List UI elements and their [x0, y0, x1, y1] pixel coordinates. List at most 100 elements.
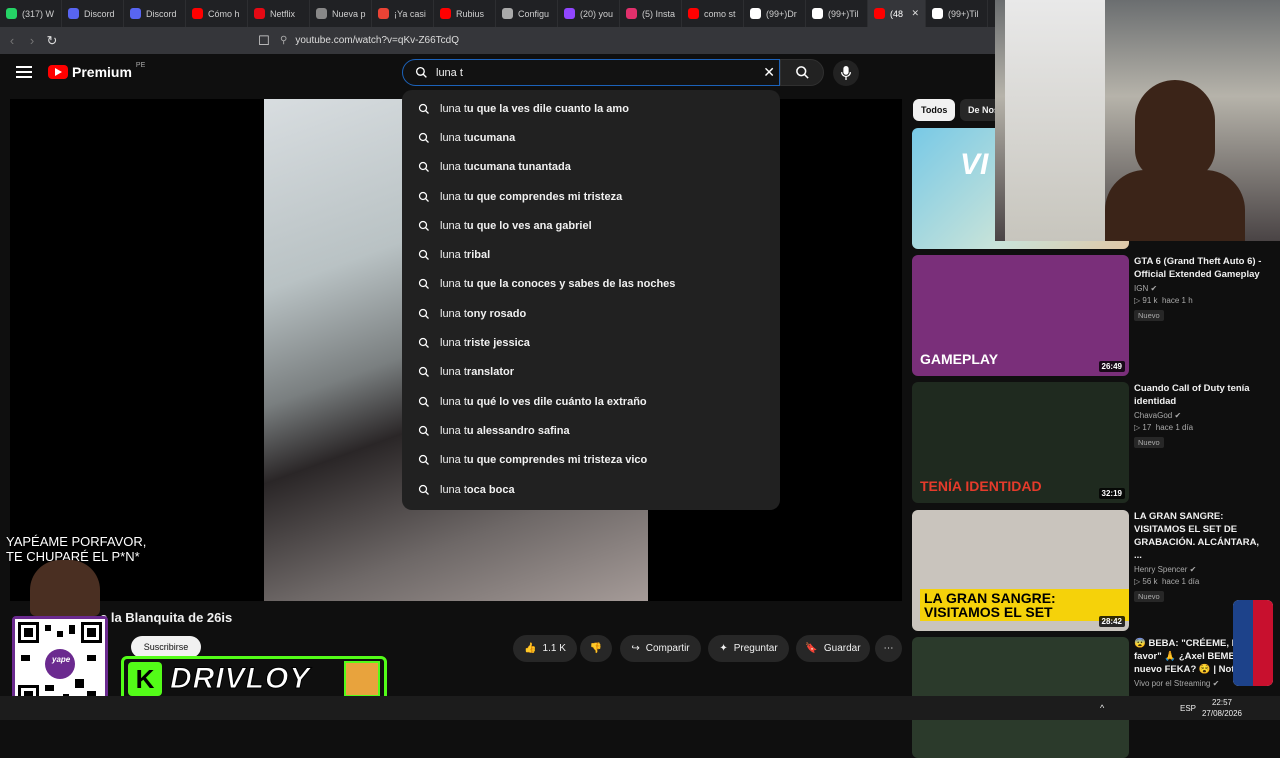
search-suggestion-item[interactable]: luna tu que comprendes mi tristeza vico: [402, 446, 780, 475]
search-suggestion-item[interactable]: luna tribal: [402, 240, 780, 269]
tab-label: (48: [890, 8, 904, 19]
search-suggestion-item[interactable]: luna translator: [402, 358, 780, 387]
search-input[interactable]: luna t: [436, 67, 463, 79]
search-suggestion-item[interactable]: luna tony rosado: [402, 299, 780, 328]
suggestion-text: luna tony rosado: [440, 307, 527, 320]
video-thumbnail[interactable]: LA GRAN SANGRE: VISITAMOS EL SET 28:42: [912, 510, 1129, 631]
tab-label: Nueva p: [332, 8, 366, 19]
reload-button[interactable]: ↻: [42, 33, 62, 49]
tab-favicon-icon: [564, 8, 575, 19]
search-icon: [795, 66, 809, 79]
browser-tab[interactable]: (99+)Til: [806, 0, 868, 27]
language-indicator[interactable]: ESP: [1180, 704, 1196, 713]
search-icon: [418, 425, 429, 436]
tab-favicon-icon: [192, 8, 203, 19]
browser-tab[interactable]: (317) W: [0, 0, 62, 27]
search-suggestion-item[interactable]: luna tu qué lo ves dile cuánto la extrañ…: [402, 387, 780, 416]
recommended-video[interactable]: LA GRAN SANGRE: VISITAMOS EL SET 28:42 LA …: [912, 510, 1280, 631]
search-button[interactable]: [780, 59, 824, 86]
recommended-video[interactable]: TENÍA IDENTIDAD 32:19 Cuando Call of Duty …: [912, 382, 1280, 503]
browser-tab[interactable]: Discord: [62, 0, 124, 27]
youtube-premium-logo[interactable]: Premium PE: [48, 62, 145, 80]
browser-tab[interactable]: Netflix: [248, 0, 310, 27]
suggestion-text: luna tu que la conoces y sabes de las no…: [440, 278, 676, 291]
save-button[interactable]: 🔖 Guardar: [796, 635, 870, 662]
tab-label: (5) Insta: [642, 8, 676, 19]
microphone-icon: [840, 66, 852, 80]
suggestion-text: luna tu qué lo ves dile cuánto la extrañ…: [440, 395, 647, 408]
suggestion-text: luna tu alessandro safina: [440, 424, 570, 437]
tab-favicon-icon: [440, 8, 451, 19]
suggestion-text: luna triste jessica: [440, 337, 530, 350]
search-suggestion-item[interactable]: luna tu que comprendes mi tristeza: [402, 182, 780, 211]
video-thumbnail[interactable]: TENÍA IDENTIDAD 32:19: [912, 382, 1129, 503]
verified-icon: ✔: [1212, 679, 1220, 688]
ask-button[interactable]: ✦ Preguntar: [708, 635, 789, 662]
tab-favicon-icon: [688, 8, 699, 19]
voice-search-button[interactable]: [833, 60, 859, 86]
new-badge: Nuevo: [1134, 310, 1164, 321]
url-field[interactable]: ⚲ youtube.com/watch?v=qKv-Z66TcdQ: [280, 30, 980, 51]
webcam-person: [1135, 80, 1215, 180]
chip-todos[interactable]: Todos: [913, 99, 956, 121]
more-actions-button[interactable]: ⋯: [875, 635, 902, 662]
tray-chevron-icon[interactable]: ^: [1100, 703, 1104, 713]
channel-name[interactable]: ChavaGod ✔: [1134, 411, 1269, 420]
tab-label: (99+)Dr: [766, 8, 797, 19]
search-suggestion-item[interactable]: luna tu que lo ves ana gabriel: [402, 211, 780, 240]
browser-tab[interactable]: ¡Ya casi: [372, 0, 434, 27]
search-suggestion-item[interactable]: luna tu alessandro safina: [402, 416, 780, 445]
browser-tab[interactable]: Discord: [124, 0, 186, 27]
thumbnail-text: GAMEPLAY: [920, 351, 999, 367]
search-suggestion-item[interactable]: luna tucumana: [402, 123, 780, 152]
search-suggestion-item[interactable]: luna tucumana tunantada: [402, 153, 780, 182]
thumbs-up-icon: 👍: [524, 643, 537, 654]
new-badge: Nuevo: [1134, 437, 1164, 448]
browser-tab[interactable]: Rubius: [434, 0, 496, 27]
subscribe-button[interactable]: Suscribirse: [131, 636, 201, 658]
stream-overlay-text: YAPÉAME PORFAVOR, TE CHUPARÉ EL P*N*: [6, 534, 147, 564]
video-title[interactable]: Cuando Call of Duty tenía identidad: [1134, 382, 1269, 408]
video-title[interactable]: GTA 6 (Grand Theft Auto 6) - Official Ex…: [1134, 255, 1269, 281]
search-suggestion-item[interactable]: luna tu que la conoces y sabes de las no…: [402, 270, 780, 299]
recommended-video[interactable]: GAMEPLAY 26:49 GTA 6 (Grand Theft Auto 6) …: [912, 255, 1280, 376]
tab-label: (99+)Til: [948, 8, 979, 19]
video-title[interactable]: LA GRAN SANGRE: VISITAMOS EL SET DE GRAB…: [1134, 510, 1269, 562]
tab-label: ¡Ya casi: [394, 8, 426, 19]
suggestion-text: luna tucumana tunantada: [440, 161, 571, 174]
browser-tab[interactable]: (20) you: [558, 0, 620, 27]
close-tab-icon[interactable]: ✕: [911, 8, 919, 19]
like-button[interactable]: 👍 1.1 K: [513, 635, 577, 662]
search-suggestion-item[interactable]: luna tu que la ves dile cuanto la amo: [402, 94, 780, 123]
tab-favicon-icon: [130, 8, 141, 19]
tab-favicon-icon: [6, 8, 17, 19]
search-box[interactable]: luna t ✕: [402, 59, 780, 86]
browser-tab[interactable]: (99+)Dr: [744, 0, 806, 27]
menu-icon[interactable]: [16, 66, 32, 78]
browser-tab[interactable]: (48 ✕: [868, 0, 926, 27]
share-button[interactable]: ↪ Compartir: [620, 635, 701, 662]
system-clock[interactable]: 22:57 27/08/2026: [1202, 697, 1242, 719]
video-thumbnail[interactable]: GAMEPLAY 26:49: [912, 255, 1129, 376]
dislike-button[interactable]: 👎: [580, 635, 612, 662]
search-suggestion-item[interactable]: luna toca boca: [402, 475, 780, 504]
browser-tab[interactable]: Nueva p: [310, 0, 372, 27]
browser-tab[interactable]: como st: [682, 0, 744, 27]
channel-name[interactable]: IGN ✔: [1134, 284, 1269, 293]
video-stats: ▷ 91 k hace 1 h: [1134, 296, 1193, 305]
thumbnail-text: TENÍA IDENTIDAD: [920, 478, 1042, 494]
browser-tab[interactable]: Cómo h: [186, 0, 248, 27]
browser-tab[interactable]: (99+)Til: [926, 0, 988, 27]
search-suggestion-item[interactable]: luna triste jessica: [402, 328, 780, 357]
forward-button[interactable]: ›: [22, 33, 42, 48]
suggestion-text: luna tu que lo ves ana gabriel: [440, 219, 592, 232]
bookmark-icon[interactable]: ☐: [254, 33, 274, 49]
more-icon: ⋯: [883, 643, 894, 654]
browser-tab[interactable]: (5) Insta: [620, 0, 682, 27]
browser-tab[interactable]: Configu: [496, 0, 558, 27]
channel-name[interactable]: Henry Spencer ✔: [1134, 565, 1269, 574]
back-button[interactable]: ‹: [2, 33, 22, 48]
clear-search-icon[interactable]: ✕: [763, 64, 775, 81]
new-badge: Nuevo: [1134, 591, 1164, 602]
site-info-icon[interactable]: ⚲: [280, 35, 287, 46]
